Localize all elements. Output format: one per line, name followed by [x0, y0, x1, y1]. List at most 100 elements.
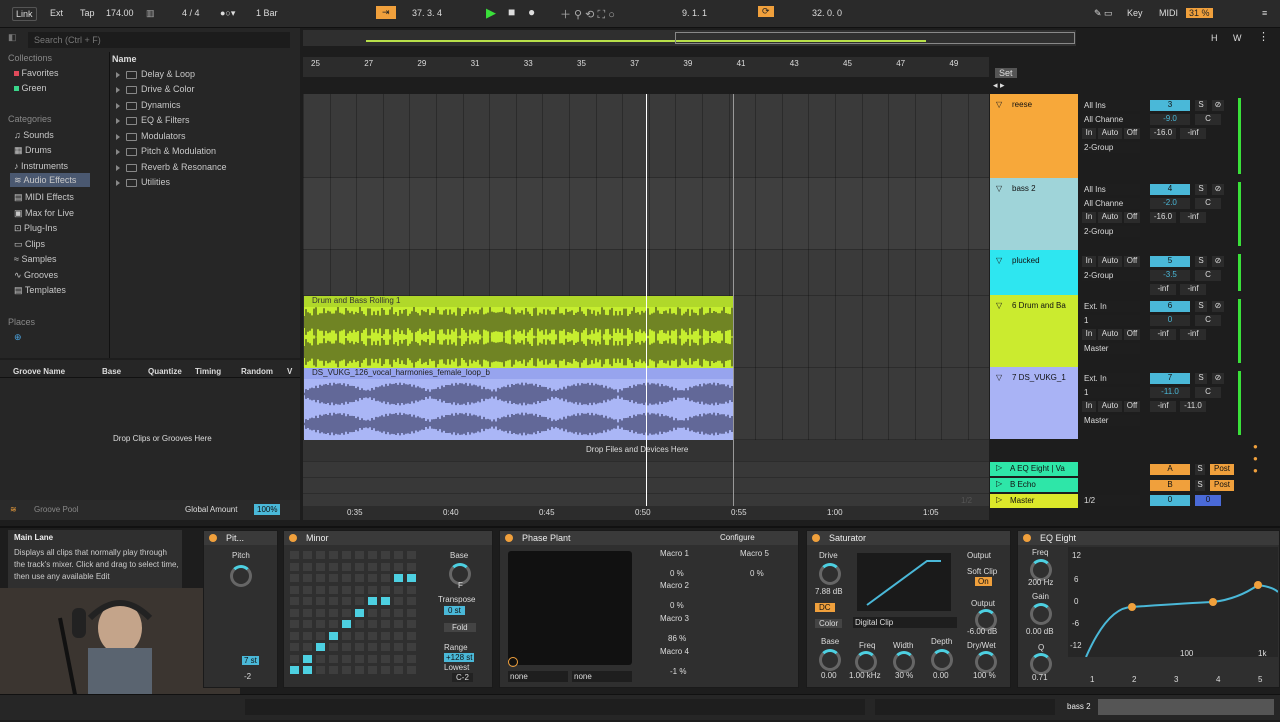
scale-cell[interactable]: [342, 620, 351, 628]
transpose-value[interactable]: 0 st: [444, 606, 465, 615]
dc-button[interactable]: DC: [815, 603, 835, 612]
scale-cell[interactable]: [290, 551, 299, 559]
return-a-header[interactable]: A EQ Eight | Va ▷: [990, 462, 1078, 476]
send-b[interactable]: -inf: [1180, 128, 1206, 139]
pitch-value[interactable]: 7 st: [242, 656, 259, 665]
send-a[interactable]: -inf: [1150, 329, 1176, 340]
scale-cell[interactable]: [407, 551, 416, 559]
color-button[interactable]: Color: [815, 619, 843, 628]
link-button[interactable]: Link: [12, 7, 37, 21]
fold-icon[interactable]: ▽: [996, 301, 1002, 310]
category-drums[interactable]: ▦ Drums: [14, 145, 52, 156]
scale-cell[interactable]: [303, 643, 312, 651]
monitor-auto[interactable]: Auto: [1098, 212, 1122, 223]
track-header-1[interactable]: bass 2 ▽ All Ins All Channe In Auto Off 2-G…: [990, 178, 1241, 250]
category-plugins[interactable]: ⊡ Plug-Ins: [14, 223, 57, 234]
scale-cell[interactable]: [329, 574, 338, 582]
monitor-in[interactable]: In: [1082, 128, 1096, 139]
scale-cell[interactable]: [329, 585, 338, 594]
folder-item[interactable]: Dynamics: [116, 100, 181, 110]
scale-cell[interactable]: [290, 585, 299, 594]
input-type-select[interactable]: Ext. In: [1082, 301, 1140, 312]
scale-cell[interactable]: [329, 620, 338, 628]
scale-cell[interactable]: [303, 620, 312, 628]
scale-cell[interactable]: [329, 597, 338, 605]
scale-cell[interactable]: [303, 574, 312, 582]
return-a-post[interactable]: Post: [1210, 464, 1234, 475]
scale-cell[interactable]: [355, 620, 364, 628]
io-toggle-icon[interactable]: ●: [1253, 442, 1258, 451]
scale-cell[interactable]: [329, 551, 338, 559]
fold-icon[interactable]: ▽: [996, 100, 1002, 109]
locator-arrows-icon[interactable]: ◂ ▸: [993, 80, 1005, 91]
scale-cell[interactable]: [290, 620, 299, 628]
scale-cell[interactable]: [368, 562, 377, 571]
scale-cell[interactable]: [290, 608, 299, 617]
folder-item[interactable]: Modulators: [116, 131, 186, 141]
scale-cell[interactable]: [381, 666, 390, 674]
scale-cell[interactable]: [394, 574, 403, 582]
scale-cell[interactable]: [355, 562, 364, 571]
macro1-value[interactable]: 0 %: [670, 569, 684, 578]
fold-icon[interactable]: ▷: [996, 495, 1002, 504]
scale-cell[interactable]: [329, 608, 338, 617]
fold-button[interactable]: Fold: [444, 623, 476, 632]
solo-button[interactable]: S: [1195, 184, 1207, 195]
return-b-header[interactable]: B Echo ▷: [990, 478, 1078, 492]
scale-cell[interactable]: [303, 666, 312, 674]
scale-cell[interactable]: [316, 597, 325, 605]
pitch-lowest[interactable]: -2: [244, 672, 251, 681]
track-number[interactable]: 7: [1150, 373, 1190, 384]
loop-start-field[interactable]: 9. 1. 1: [682, 8, 707, 18]
folder-item[interactable]: Drive & Color: [116, 84, 195, 94]
scale-cell[interactable]: [290, 574, 299, 582]
track-name[interactable]: 7 DS_VUKG_1: [990, 367, 1078, 439]
track-number[interactable]: 4: [1150, 184, 1190, 195]
freq-knob[interactable]: [855, 651, 877, 673]
scale-cell[interactable]: [394, 597, 403, 605]
send-a[interactable]: -inf: [1150, 284, 1176, 295]
track-header-2[interactable]: plucked ▽ In Auto Off 2-Group 5 S ⊘ -3.5 …: [990, 250, 1241, 295]
band-2[interactable]: 2: [1132, 675, 1136, 684]
arm-icon[interactable]: ⊘: [1212, 373, 1224, 384]
monitor-in[interactable]: In: [1082, 401, 1096, 412]
track-name[interactable]: 6 Drum and Ba: [990, 295, 1078, 367]
overdub-icon[interactable]: ＋ ⚲ ⟲ ⛶ ○: [560, 6, 615, 22]
monitor-in[interactable]: In: [1082, 256, 1096, 267]
category-clips[interactable]: ▭ Clips: [14, 239, 45, 250]
monitor-in[interactable]: In: [1082, 329, 1096, 340]
soft-clip-toggle[interactable]: On: [975, 577, 992, 586]
fold-icon[interactable]: ▽: [996, 184, 1002, 193]
scale-cell[interactable]: [329, 666, 338, 674]
arm-icon[interactable]: ⊘: [1212, 184, 1224, 195]
scale-cell[interactable]: [316, 608, 325, 617]
h-toggle[interactable]: H: [1211, 33, 1218, 43]
send-b[interactable]: -11.0: [1180, 401, 1206, 412]
arm-icon[interactable]: ⊘: [1212, 256, 1224, 267]
fold-icon[interactable]: ▽: [996, 373, 1002, 382]
scale-cell[interactable]: [342, 608, 351, 617]
scale-cell[interactable]: [381, 562, 390, 571]
scale-cell[interactable]: [303, 585, 312, 594]
master-header[interactable]: Master ▷: [990, 494, 1078, 508]
macro3-value[interactable]: 86 %: [668, 634, 686, 643]
track-pan[interactable]: C: [1195, 270, 1221, 281]
scale-cell[interactable]: [407, 585, 416, 594]
arrangement-overview[interactable]: [303, 30, 1076, 46]
scale-cell[interactable]: [329, 562, 338, 571]
scale-cell[interactable]: [368, 631, 377, 640]
groove-pool-icon[interactable]: ≋: [10, 505, 17, 514]
scale-cell[interactable]: [407, 608, 416, 617]
track-header-3[interactable]: 6 Drum and Ba ▽ Ext. In 1 In Auto Off Maste…: [990, 295, 1241, 367]
scale-cell[interactable]: [368, 551, 377, 559]
depth-knob[interactable]: [931, 649, 953, 671]
scale-cell[interactable]: [407, 597, 416, 605]
track-name[interactable]: reese: [990, 94, 1078, 178]
send-b[interactable]: -inf: [1180, 329, 1206, 340]
scale-cell[interactable]: [342, 574, 351, 582]
saturator-device[interactable]: Saturator Drive 7.88 dB DC Color Digital…: [806, 530, 1011, 688]
scale-device[interactable]: Minor Base F Transpose 0 st Fold Range +…: [283, 530, 493, 688]
solo-button[interactable]: S: [1195, 100, 1207, 111]
solo-button[interactable]: S: [1195, 301, 1207, 312]
scale-cell[interactable]: [329, 654, 338, 663]
